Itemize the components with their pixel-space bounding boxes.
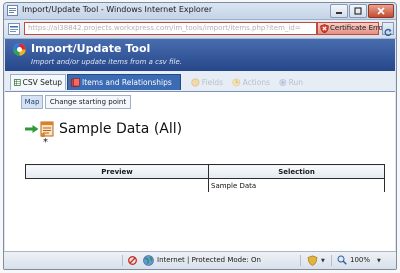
tool-header: Import/Update Tool Import and/or update … — [5, 39, 395, 71]
tab-run[interactable]: Run — [276, 74, 306, 90]
refresh-button[interactable] — [382, 22, 394, 37]
internet-globe-icon — [143, 255, 154, 266]
protected-mode-icon[interactable] — [307, 255, 318, 266]
tab-fields[interactable]: Fields — [188, 74, 226, 90]
tab-actions[interactable]: Actions — [229, 74, 273, 90]
status-separator — [300, 255, 301, 266]
table-row: Sample Data — [25, 178, 385, 192]
workxpress-logo-icon — [13, 43, 26, 56]
popup-blocked-icon[interactable] — [128, 256, 137, 265]
close-icon — [377, 7, 385, 15]
certificate-error-button[interactable]: Certificate Error — [317, 22, 386, 35]
mapping-table: Preview Selection Sample Data — [25, 164, 385, 192]
actions-icon — [232, 78, 241, 86]
refresh-icon — [384, 28, 392, 37]
tool-subtitle: Import and/or update items from a csv fi… — [31, 58, 182, 66]
page-favicon-icon — [8, 23, 20, 35]
title-bar[interactable]: Import/Update Tool - Windows Internet Ex… — [4, 3, 396, 20]
status-bar: Internet | Protected Mode: On ▼ 100% ▼ — [4, 251, 396, 269]
preview-cell — [25, 178, 209, 192]
status-separator — [122, 255, 123, 266]
arrow-right-icon — [25, 125, 39, 133]
chevron-down-icon[interactable]: ▼ — [377, 258, 381, 264]
tab-label: Actions — [242, 77, 270, 87]
page-content: Import/Update Tool Import and/or update … — [5, 39, 395, 253]
minimize-icon — [336, 12, 342, 14]
tab-items-relationships[interactable]: Items and Relationships — [67, 74, 181, 90]
zoom-level[interactable]: 100% — [350, 256, 370, 264]
window-controls — [330, 4, 394, 18]
run-icon — [279, 78, 287, 86]
tab-csv-setup[interactable]: CSV Setup — [10, 74, 66, 90]
table-header-row: Preview Selection — [25, 164, 385, 179]
fields-icon — [191, 77, 200, 87]
chevron-down-icon[interactable]: ▼ — [321, 258, 325, 264]
tab-label: Fields — [201, 77, 223, 87]
selection-cell[interactable]: Sample Data — [208, 178, 385, 192]
subtab-map[interactable]: Map — [21, 95, 43, 109]
window-title: Import/Update Tool - Windows Internet Ex… — [22, 5, 213, 14]
shield-error-icon — [320, 24, 329, 33]
tool-title: Import/Update Tool — [31, 42, 151, 55]
datasource-title: Sample Data (All) — [59, 121, 183, 137]
column-header-selection: Selection — [208, 164, 385, 179]
minimize-button[interactable] — [330, 4, 348, 18]
certificate-error-label: Certificate Error — [330, 24, 386, 32]
close-button[interactable] — [368, 4, 394, 18]
security-zone-label[interactable]: Internet | Protected Mode: On — [157, 256, 261, 264]
column-header-preview: Preview — [25, 164, 209, 179]
tab-label: CSV Setup — [22, 78, 62, 87]
status-separator — [331, 255, 332, 266]
step-tabs: CSV Setup Items and Relationships Fields — [5, 71, 395, 92]
address-bar: https://al38842.projects.workxpress.com/… — [4, 20, 396, 39]
zoom-magnifier-icon — [337, 255, 347, 265]
maximize-button[interactable] — [349, 4, 367, 18]
sub-tabs: Map Change starting point — [5, 92, 395, 110]
tab-label: Run — [288, 77, 303, 87]
ie-page-icon — [7, 5, 18, 16]
url-text: https://al38842.projects.workxpress.com/… — [28, 24, 301, 32]
browser-window: Import/Update Tool - Windows Internet Ex… — [3, 2, 397, 270]
datasource-marker: * — [43, 137, 48, 148]
items-icon — [71, 78, 80, 87]
maximize-icon — [354, 7, 362, 15]
csv-document-icon — [40, 121, 54, 137]
url-field[interactable]: https://al38842.projects.workxpress.com/… — [24, 22, 317, 35]
subtab-change-starting-point[interactable]: Change starting point — [45, 95, 131, 109]
tab-label: Items and Relationships — [82, 78, 172, 87]
spreadsheet-icon — [14, 79, 21, 86]
